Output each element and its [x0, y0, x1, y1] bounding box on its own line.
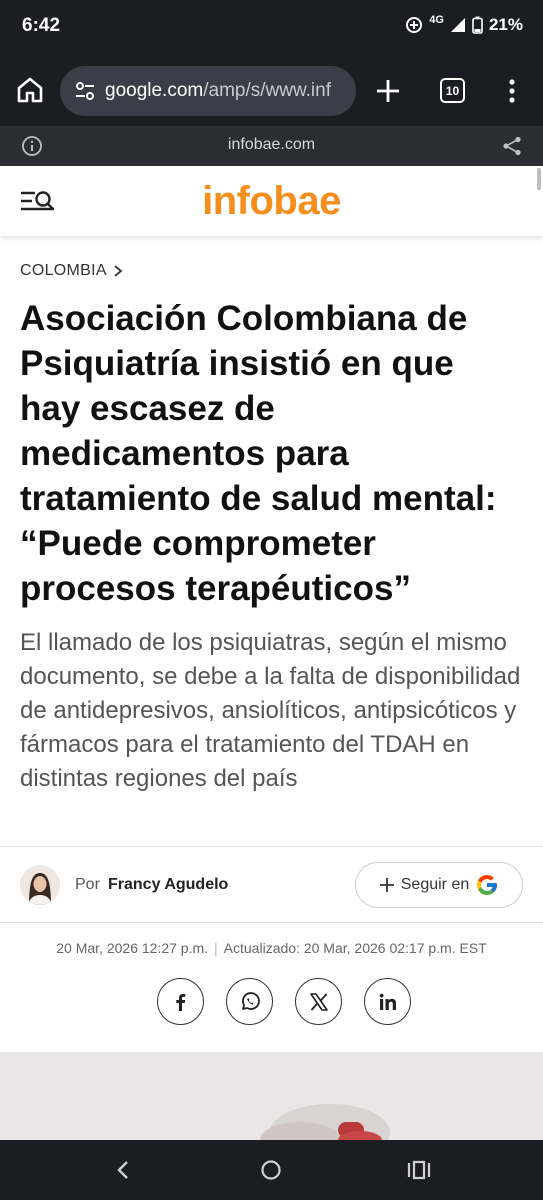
share-buttons	[157, 978, 411, 1025]
x-icon	[309, 992, 328, 1011]
browser-toolbar: google.com/amp/s/www.inf 10	[0, 54, 543, 126]
tab-count: 10	[445, 83, 460, 98]
url-text: google.com/amp/s/www.inf	[105, 80, 331, 102]
follow-label: Seguir en	[400, 876, 470, 893]
amp-site-bar: infobae.com	[0, 126, 543, 166]
recents-icon[interactable]	[406, 1158, 432, 1182]
back-icon[interactable]	[112, 1158, 136, 1182]
article-hero-image[interactable]	[0, 1052, 543, 1142]
published-date: 20 Mar, 2026 12:27 p.m.	[56, 940, 209, 956]
more-vert-icon[interactable]	[502, 76, 522, 106]
author-photo	[20, 865, 60, 905]
status-icons: 4G 21%	[405, 14, 523, 35]
system-nav-bar	[0, 1140, 543, 1200]
signal-icon	[450, 18, 465, 32]
url-field[interactable]: google.com/amp/s/www.inf	[60, 66, 356, 116]
plus-icon	[379, 878, 394, 892]
article-headline: Asociación Colombiana de Psiquiatría ins…	[20, 299, 497, 608]
site-header: infobae	[0, 166, 543, 236]
share-x-button[interactable]	[295, 978, 342, 1025]
share-whatsapp-button[interactable]	[226, 978, 273, 1025]
status-time: 6:42	[22, 15, 61, 36]
new-tab-icon[interactable]	[373, 76, 403, 106]
whatsapp-icon	[241, 991, 260, 1010]
site-settings-icon[interactable]	[73, 79, 97, 103]
pills-image	[0, 1052, 543, 1142]
home-nav-icon[interactable]	[259, 1158, 283, 1182]
facebook-icon	[175, 993, 185, 1011]
date-separator: |	[214, 940, 218, 956]
battery-percent: 21%	[488, 15, 523, 34]
network-type: 4G	[429, 14, 444, 26]
site-domain: infobae.com	[227, 136, 316, 153]
author-prefix: Por	[75, 876, 100, 893]
google-icon	[477, 875, 498, 895]
url-path: /amp/s/www.inf	[203, 80, 331, 101]
scrollbar[interactable]	[537, 168, 541, 190]
status-bar: 6:42 4G 21%	[0, 0, 543, 54]
tab-switcher-button[interactable]: 10	[440, 78, 465, 103]
section-breadcrumb[interactable]: COLOMBIA	[20, 262, 123, 280]
author-name[interactable]: Francy Agudelo	[108, 876, 228, 894]
data-saver-icon	[406, 17, 423, 33]
url-host: google.com	[105, 80, 204, 101]
article-dates: 20 Mar, 2026 12:27 p.m. | Actualizado: 20 …	[0, 940, 543, 956]
battery-icon	[472, 16, 483, 34]
linkedin-icon	[379, 993, 396, 1010]
divider	[0, 922, 543, 923]
share-linkedin-button[interactable]	[364, 978, 411, 1025]
infobae-logo[interactable]: infobae	[0, 179, 543, 224]
article-subhead: El llamado de los psiquiatras, según el …	[20, 629, 521, 792]
avatar[interactable]	[20, 865, 60, 905]
share-icon[interactable]	[501, 135, 523, 157]
author-row: Por Francy Agudelo Seguir en	[20, 862, 523, 908]
divider	[0, 846, 543, 847]
home-icon[interactable]	[14, 74, 46, 106]
follow-on-google-button[interactable]: Seguir en	[355, 862, 523, 908]
chevron-right-icon	[114, 265, 123, 277]
section-label: COLOMBIA	[20, 262, 107, 279]
share-facebook-button[interactable]	[157, 978, 204, 1025]
updated-date: Actualizado: 20 Mar, 2026 02:17 p.m. EST	[223, 940, 487, 956]
